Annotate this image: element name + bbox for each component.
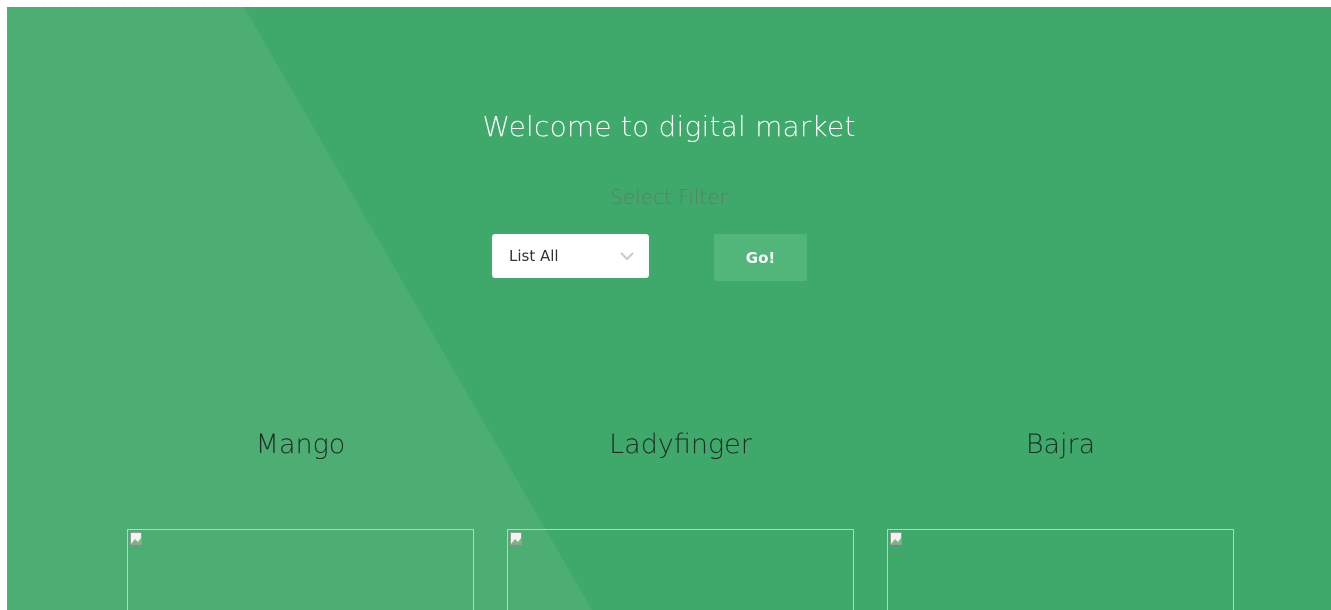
broken-image-icon [130,532,142,545]
filter-select-value: List All [509,247,559,265]
product-card-mango[interactable] [127,529,474,610]
product-name-bajra: Bajra [1025,429,1096,460]
landing-page: Welcome to digital market Select Filter … [7,7,1331,610]
go-button[interactable]: Go! [714,234,807,281]
product-name-mango: Mango [255,429,346,460]
filter-label: Select Filter [610,185,728,209]
broken-image-icon [510,532,522,545]
chevron-down-icon [619,251,635,261]
filter-select[interactable]: List All [492,234,649,278]
product-card-bajra[interactable] [887,529,1234,610]
broken-image-icon [890,532,902,545]
diagonal-background-overlay [7,7,592,610]
product-card-ladyfinger[interactable] [507,529,854,610]
page-title: Welcome to digital market [482,110,856,143]
product-name-ladyfinger: Ladyfinger [609,429,752,460]
